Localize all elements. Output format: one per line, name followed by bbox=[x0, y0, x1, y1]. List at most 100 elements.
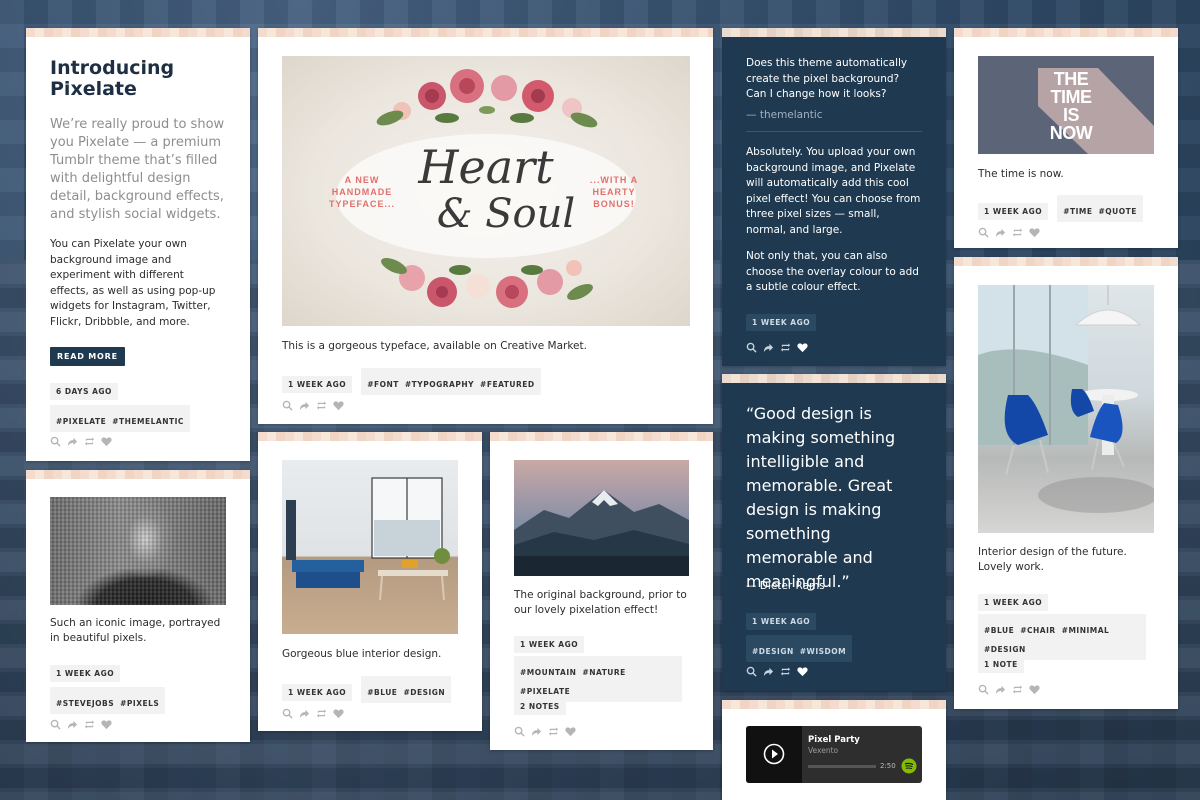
image-text-line: ...WITH A bbox=[589, 175, 639, 185]
reblog-icon[interactable] bbox=[84, 719, 95, 730]
share-icon[interactable] bbox=[763, 666, 774, 677]
post-actions bbox=[978, 227, 1040, 238]
album-art bbox=[746, 726, 802, 783]
tag[interactable]: #FONT bbox=[367, 380, 399, 389]
post-date[interactable]: 1 WEEK AGO bbox=[746, 613, 817, 630]
reblog-icon[interactable] bbox=[316, 400, 327, 411]
post-date[interactable]: 1 WEEK AGO bbox=[50, 665, 121, 682]
notes-count[interactable]: 1 NOTE bbox=[978, 656, 1024, 673]
search-icon[interactable] bbox=[514, 726, 525, 737]
post-actions bbox=[50, 436, 112, 447]
audio-post-card: Pixel Party Vexento 2:50 bbox=[722, 700, 946, 800]
tag[interactable]: #DESIGN bbox=[752, 647, 794, 656]
reblog-icon[interactable] bbox=[780, 666, 791, 677]
tag[interactable]: #QUOTE bbox=[1098, 207, 1136, 216]
search-icon[interactable] bbox=[978, 684, 989, 695]
share-icon[interactable] bbox=[299, 708, 310, 719]
answer-post-card: Does this theme automatically create the… bbox=[722, 28, 946, 366]
heart-icon[interactable] bbox=[565, 726, 576, 737]
search-icon[interactable] bbox=[50, 719, 61, 730]
post-body: You can Pixelate your own background ima… bbox=[50, 238, 216, 328]
heart-icon[interactable] bbox=[101, 436, 112, 447]
tag[interactable]: #MOUNTAIN bbox=[520, 668, 576, 677]
search-icon[interactable] bbox=[746, 342, 757, 353]
tag[interactable]: #TYPOGRAPHY bbox=[405, 380, 474, 389]
tag[interactable]: #STEVEJOBS bbox=[56, 699, 114, 708]
tag-list: #STEVEJOBS #PIXELS bbox=[50, 687, 166, 714]
heart-icon[interactable] bbox=[797, 342, 808, 353]
heart-soul-image: A NEW HANDMADE TYPEFACE... ...WITH A HEA… bbox=[282, 56, 690, 326]
image-text-line: HEARTY bbox=[592, 187, 636, 197]
share-icon[interactable] bbox=[995, 684, 1006, 695]
heart-icon[interactable] bbox=[1029, 227, 1040, 238]
post-date[interactable]: 6 DAYS AGO bbox=[50, 383, 118, 400]
creative-market-link[interactable]: Creative Market. bbox=[500, 340, 587, 352]
answer-text: Not only that, you can also choose the o… bbox=[746, 250, 919, 293]
search-icon[interactable] bbox=[978, 227, 989, 238]
quote-text: “Good design is making something intelli… bbox=[746, 404, 896, 591]
post-caption: This is a gorgeous typeface, available o… bbox=[282, 340, 587, 352]
image-text-line: BONUS! bbox=[593, 199, 635, 209]
quote-source: — Dieter Rams bbox=[746, 580, 825, 592]
image-text-line: TIME bbox=[1050, 87, 1093, 107]
audio-player: Pixel Party Vexento 2:50 bbox=[746, 726, 922, 783]
post-date[interactable]: 1 WEEK AGO bbox=[282, 684, 353, 701]
play-icon[interactable] bbox=[763, 743, 785, 765]
tag[interactable]: #NATURE bbox=[582, 668, 625, 677]
post-date[interactable]: 1 WEEK AGO bbox=[514, 636, 585, 653]
tag-list: #PIXELATE #THEMELANTIC bbox=[50, 405, 190, 432]
tag[interactable]: #BLUE bbox=[984, 626, 1014, 635]
read-more-button[interactable]: READ MORE bbox=[50, 347, 125, 366]
post-date[interactable]: 1 WEEK AGO bbox=[282, 376, 353, 393]
tag[interactable]: #WISDOM bbox=[800, 647, 846, 656]
heart-icon[interactable] bbox=[101, 719, 112, 730]
share-icon[interactable] bbox=[763, 342, 774, 353]
post-actions bbox=[282, 400, 344, 411]
search-icon[interactable] bbox=[282, 708, 293, 719]
post-caption: Interior design of the future. Lovely wo… bbox=[978, 546, 1127, 573]
post-date[interactable]: 1 WEEK AGO bbox=[978, 594, 1049, 611]
track-artist: Vexento bbox=[808, 746, 839, 755]
spotify-icon[interactable] bbox=[901, 758, 917, 774]
jobs-post-card: Such an iconic image, portrayed in beaut… bbox=[26, 470, 250, 742]
track-duration: 2:50 bbox=[880, 762, 896, 770]
tag[interactable]: #PIXELATE bbox=[56, 417, 106, 426]
tag-list: #BLUE #DESIGN bbox=[361, 676, 452, 703]
reblog-icon[interactable] bbox=[780, 342, 791, 353]
heart-icon[interactable] bbox=[333, 400, 344, 411]
post-date[interactable]: 1 WEEK AGO bbox=[978, 203, 1049, 220]
reblog-icon[interactable] bbox=[1012, 684, 1023, 695]
share-icon[interactable] bbox=[67, 719, 78, 730]
tag[interactable]: #TIME bbox=[1063, 207, 1092, 216]
chairs-illustration bbox=[978, 285, 1154, 513]
search-icon[interactable] bbox=[50, 436, 61, 447]
share-icon[interactable] bbox=[67, 436, 78, 447]
search-icon[interactable] bbox=[282, 400, 293, 411]
post-date[interactable]: 1 WEEK AGO bbox=[746, 314, 817, 331]
reblog-icon[interactable] bbox=[316, 708, 327, 719]
tag[interactable]: #BLUE bbox=[367, 688, 397, 697]
tag[interactable]: #MINIMAL bbox=[1062, 626, 1110, 635]
share-icon[interactable] bbox=[299, 400, 310, 411]
progress-bar[interactable] bbox=[808, 765, 876, 768]
heart-icon[interactable] bbox=[797, 666, 808, 677]
notes-count[interactable]: 2 NOTES bbox=[514, 698, 566, 715]
reblog-icon[interactable] bbox=[84, 436, 95, 447]
share-icon[interactable] bbox=[995, 227, 1006, 238]
tag[interactable]: #CHAIR bbox=[1020, 626, 1055, 635]
heart-icon[interactable] bbox=[1029, 684, 1040, 695]
search-icon[interactable] bbox=[746, 666, 757, 677]
question-text: Does this theme automatically create the… bbox=[746, 57, 908, 100]
tag[interactable]: #PIXELS bbox=[120, 699, 159, 708]
heart-icon[interactable] bbox=[333, 708, 344, 719]
tag[interactable]: #DESIGN bbox=[403, 688, 445, 697]
post-lead: We’re really proud to show you Pixelate … bbox=[50, 117, 225, 222]
reblog-icon[interactable] bbox=[548, 726, 559, 737]
share-icon[interactable] bbox=[531, 726, 542, 737]
tag[interactable]: #THEMELANTIC bbox=[112, 417, 184, 426]
tag[interactable]: #FEATURED bbox=[480, 380, 535, 389]
time-is-now-text: THE TIME IS NOW bbox=[1036, 70, 1106, 142]
tag-list: #FONT #TYPOGRAPHY #FEATURED bbox=[361, 368, 541, 395]
question-asker[interactable]: — themelantic bbox=[746, 109, 922, 121]
reblog-icon[interactable] bbox=[1012, 227, 1023, 238]
